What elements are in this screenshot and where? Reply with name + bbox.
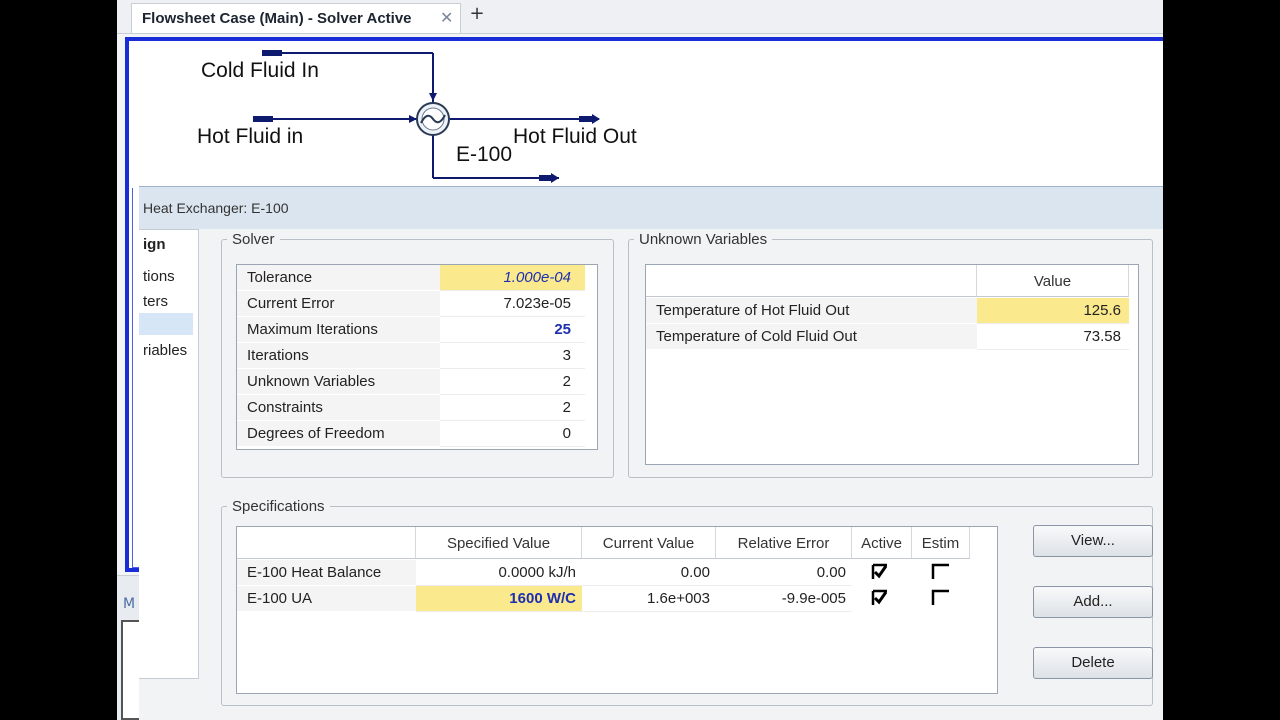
nav-item-connections[interactable]: tions bbox=[143, 268, 175, 285]
specifications-table: Specified Value Current Value Relative E… bbox=[236, 526, 998, 694]
hot-fluid-out-temp-field[interactable]: 125.6 bbox=[977, 298, 1129, 324]
solver-row: Constraints 2 bbox=[237, 395, 597, 421]
solver-row: Unknown Variables 2 bbox=[237, 369, 597, 395]
active-checkbox-checked-icon[interactable] bbox=[871, 563, 889, 581]
solver-table: Tolerance 1.000e-04 Current Error 7.023e… bbox=[236, 264, 598, 450]
view-button[interactable]: View... bbox=[1033, 525, 1153, 557]
specs-header-current-value[interactable]: Current Value bbox=[582, 527, 716, 559]
specs-header-specified-value[interactable]: Specified Value bbox=[416, 527, 582, 559]
specs-header-relative-error[interactable]: Relative Error bbox=[716, 527, 852, 559]
tolerance-field[interactable]: 1.000e-04 bbox=[440, 265, 585, 291]
add-button[interactable]: Add... bbox=[1033, 586, 1153, 618]
app-window: Flowsheet Case (Main) - Solver Active ✕ … bbox=[117, 0, 1163, 720]
stream-tab-cold-out bbox=[539, 175, 553, 181]
unknown-variable-label: Temperature of Hot Fluid Out bbox=[646, 298, 977, 324]
spec-row[interactable]: E-100 Heat Balance 0.0000 kJ/h 0.00 0.00 bbox=[237, 560, 997, 586]
close-icon[interactable]: ✕ bbox=[440, 8, 453, 27]
tab-bar: Flowsheet Case (Main) - Solver Active ✕ … bbox=[117, 0, 1163, 34]
spec-estim-cell bbox=[912, 560, 970, 586]
nav-item-user-variables[interactable]: riables bbox=[143, 342, 187, 359]
nav-item-parameters[interactable]: ters bbox=[143, 293, 168, 310]
degrees-of-freedom-value: 0 bbox=[440, 421, 585, 447]
unknown-variables-header-blank bbox=[646, 265, 977, 297]
solver-label: Iterations bbox=[237, 343, 440, 369]
dialog-title-bar[interactable]: Heat Exchanger: E-100 bbox=[139, 187, 1163, 229]
spec-current-value: 1.6e+003 bbox=[582, 586, 716, 612]
solver-row: Maximum Iterations 25 bbox=[237, 317, 597, 343]
solver-label: Unknown Variables bbox=[237, 369, 440, 395]
stream-tab-cold-in bbox=[262, 50, 282, 56]
solver-label: Current Error bbox=[237, 291, 440, 317]
max-iterations-field[interactable]: 25 bbox=[440, 317, 585, 343]
unknown-variables-legend: Unknown Variables bbox=[639, 231, 768, 248]
specs-header-estim[interactable]: Estim bbox=[912, 527, 970, 559]
stream-label-hot-in[interactable]: Hot Fluid in bbox=[197, 125, 303, 149]
side-panel: M bbox=[117, 575, 141, 720]
solver-legend: Solver bbox=[232, 231, 275, 248]
spec-name: E-100 Heat Balance bbox=[237, 560, 416, 586]
add-tab-icon[interactable]: + bbox=[467, 5, 487, 25]
unknown-variable-row: Temperature of Cold Fluid Out 73.58 bbox=[646, 324, 1138, 350]
spec-name: E-100 UA bbox=[237, 586, 416, 612]
solver-row: Current Error 7.023e-05 bbox=[237, 291, 597, 317]
heat-exchanger-dialog: Heat Exchanger: E-100 ign tions ters ria… bbox=[139, 186, 1163, 720]
specifications-legend: Specifications bbox=[232, 498, 325, 515]
side-panel-box bbox=[121, 620, 141, 720]
delete-button[interactable]: Delete bbox=[1033, 647, 1153, 679]
side-panel-label[interactable]: M bbox=[123, 596, 135, 612]
spec-specified-value-field[interactable]: 0.0000 kJ/h bbox=[416, 560, 582, 586]
spec-ua-value-field[interactable]: 1600 W/C bbox=[416, 586, 582, 612]
heat-exchanger-icon[interactable] bbox=[416, 102, 450, 136]
solver-label: Constraints bbox=[237, 395, 440, 421]
iterations-value: 3 bbox=[440, 343, 585, 369]
spec-estim-cell bbox=[912, 586, 970, 612]
stream-tab-hot-in bbox=[253, 116, 273, 122]
spec-active-cell bbox=[852, 586, 912, 612]
nav-item-design[interactable]: ign bbox=[143, 236, 166, 253]
solver-row: Degrees of Freedom 0 bbox=[237, 421, 597, 447]
spec-relative-error: -9.9e-005 bbox=[716, 586, 852, 612]
cold-fluid-out-temp-value: 73.58 bbox=[977, 324, 1129, 350]
unknown-variable-label: Temperature of Cold Fluid Out bbox=[646, 324, 977, 350]
unknown-variables-header-value[interactable]: Value bbox=[977, 265, 1129, 297]
tab-flowsheet-main[interactable]: Flowsheet Case (Main) - Solver Active ✕ bbox=[131, 3, 461, 33]
spec-current-value: 0.00 bbox=[582, 560, 716, 586]
specs-header-name bbox=[237, 527, 416, 559]
spec-relative-error: 0.00 bbox=[716, 560, 852, 586]
current-error-value: 7.023e-05 bbox=[440, 291, 585, 317]
solver-label: Maximum Iterations bbox=[237, 317, 440, 343]
unit-label-e100[interactable]: E-100 bbox=[456, 143, 512, 167]
spec-row[interactable]: E-100 UA 1600 W/C 1.6e+003 -9.9e-005 bbox=[237, 586, 997, 612]
estim-checkbox-unchecked-icon[interactable] bbox=[931, 563, 949, 581]
unknown-variable-row: Temperature of Hot Fluid Out 125.6 bbox=[646, 298, 1138, 324]
design-nav-panel: ign tions ters riables bbox=[139, 229, 199, 679]
unknown-variables-value: 2 bbox=[440, 369, 585, 395]
solver-row: Tolerance 1.000e-04 bbox=[237, 265, 597, 291]
arrow-cold-out-icon bbox=[551, 173, 559, 183]
arrow-cold-in-icon bbox=[429, 93, 437, 101]
flowsheet-canvas[interactable]: Cold Fluid In Hot Fluid in Hot Fluid Out… bbox=[129, 41, 1163, 188]
tab-title: Flowsheet Case (Main) - Solver Active bbox=[142, 10, 412, 27]
solver-row: Iterations 3 bbox=[237, 343, 597, 369]
active-checkbox-checked-icon[interactable] bbox=[871, 589, 889, 607]
dialog-title: Heat Exchanger: E-100 bbox=[143, 200, 289, 216]
spec-active-cell bbox=[852, 560, 912, 586]
arrow-hot-out-icon bbox=[592, 114, 600, 124]
stream-label-hot-out[interactable]: Hot Fluid Out bbox=[513, 125, 637, 149]
estim-checkbox-unchecked-icon[interactable] bbox=[931, 589, 949, 607]
specs-header-active[interactable]: Active bbox=[852, 527, 912, 559]
nav-item-selected[interactable] bbox=[139, 313, 193, 335]
stream-label-cold-in[interactable]: Cold Fluid In bbox=[201, 59, 319, 83]
constraints-value: 2 bbox=[440, 395, 585, 421]
solver-label: Tolerance bbox=[237, 265, 440, 291]
arrow-hot-in-icon bbox=[409, 115, 417, 123]
unknown-variables-table: Value Temperature of Hot Fluid Out 125.6… bbox=[645, 264, 1139, 465]
solver-label: Degrees of Freedom bbox=[237, 421, 440, 447]
